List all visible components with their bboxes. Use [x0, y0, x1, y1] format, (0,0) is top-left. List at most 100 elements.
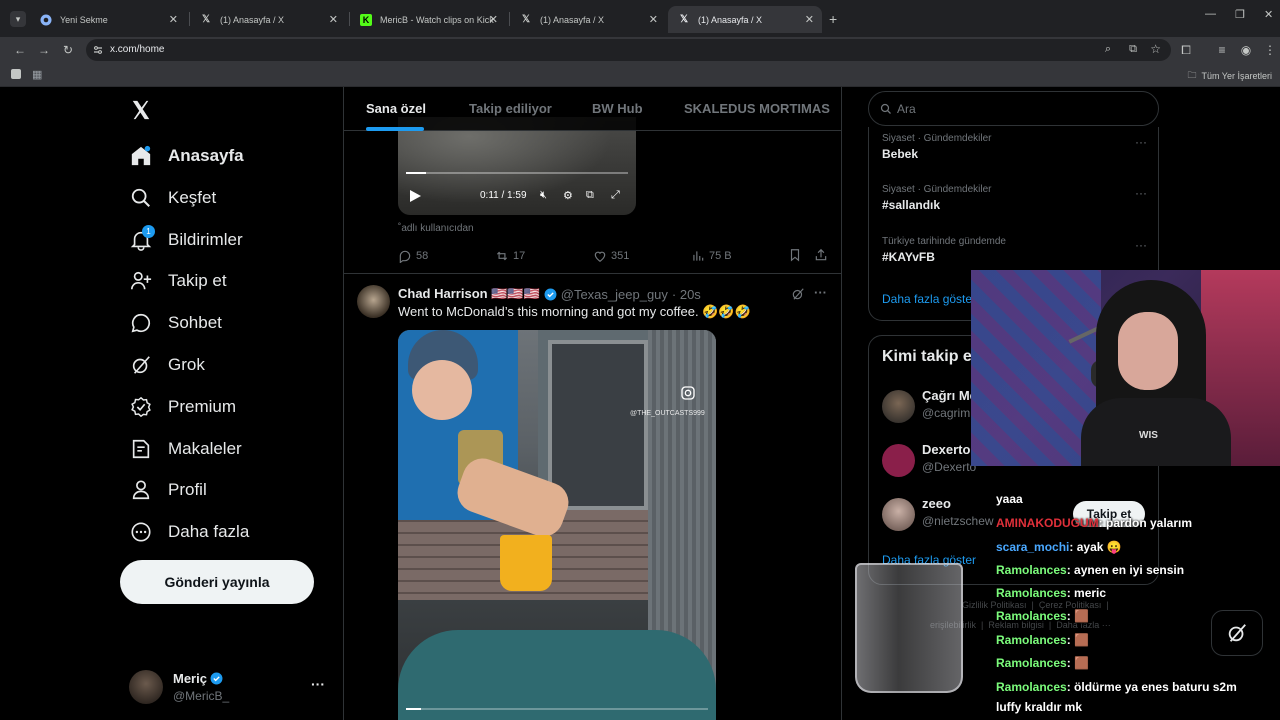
volume-mute-icon[interactable]: 🔇︎ — [540, 189, 547, 202]
trend-meta: Siyaset · Gündemdekiler — [882, 133, 992, 144]
close-icon[interactable]: ✕ — [169, 13, 178, 26]
reload-icon[interactable]: ↻ — [60, 42, 76, 58]
verified-icon — [130, 396, 152, 418]
maximize-icon[interactable]: ❐ — [1235, 8, 1245, 21]
tab-groups-icon[interactable]: ▦ — [32, 68, 42, 81]
grok-floating-button[interactable] — [1211, 610, 1263, 656]
reply-button[interactable]: 58 — [398, 249, 428, 263]
search-placeholder: Ara — [897, 102, 916, 116]
media-control-icon[interactable]: ≡ — [1214, 42, 1230, 58]
apps-icon[interactable] — [11, 69, 21, 79]
browser-tab-x-2[interactable]: 𝕏 (1) Anasayfa / X ✕ — [510, 6, 666, 33]
post-header: Chad Harrison 🇺🇸🇺🇸🇺🇸 @Texas_jeep_guy · 2… — [398, 286, 701, 302]
search-icon — [880, 103, 892, 115]
like-button[interactable]: 351 — [593, 249, 629, 263]
install-app-icon[interactable]: ⧉ — [1129, 43, 1137, 56]
show-more-link[interactable]: Daha fazla göster — [882, 292, 976, 306]
sidebar-item-profile[interactable]: Profil — [130, 475, 207, 505]
tab-skaledus[interactable]: SKALEDUS MORTIMAS — [684, 101, 830, 116]
sidebar-item-explore[interactable]: Keşfet — [130, 183, 216, 213]
video-player[interactable]: 0:11 / 1:59 🔇︎ ⚙ ⧉ ⤢ — [398, 117, 636, 215]
close-icon[interactable]: ✕ — [649, 13, 658, 26]
play-icon[interactable] — [409, 190, 421, 202]
close-icon[interactable]: ✕ — [489, 13, 498, 26]
browser-tab-x-active[interactable]: 𝕏 (1) Anasayfa / X ✕ — [668, 6, 822, 33]
post-time[interactable]: · 20s — [672, 287, 701, 302]
zoom-icon[interactable]: ⌕ — [1105, 43, 1111, 56]
chat-user: AMINAKODUGUM — [996, 516, 1099, 530]
video-progress-track[interactable] — [406, 708, 708, 710]
search-input[interactable]: Ara — [868, 91, 1159, 126]
share-icon[interactable] — [814, 248, 828, 262]
profile-icon[interactable]: ◉ — [1238, 42, 1254, 58]
sidebar-item-articles[interactable]: Makaleler — [130, 434, 242, 464]
menu-icon[interactable]: ⋮ — [1262, 42, 1278, 58]
account-switcher[interactable]: Meriç @MericB_ ··· — [129, 668, 329, 708]
back-icon[interactable]: ← — [12, 42, 28, 58]
more-dots-icon[interactable]: ··· — [1135, 135, 1147, 149]
tab-following[interactable]: Takip ediliyor — [469, 101, 552, 116]
post-button[interactable]: Gönderi yayınla — [120, 560, 314, 604]
address-bar[interactable]: x.com/home ⌕ ⧉ ☆ — [86, 39, 1171, 61]
site-settings-icon[interactable] — [93, 45, 103, 55]
chat-user: Ramolances — [996, 586, 1067, 600]
tab-title: Yeni Sekme — [60, 14, 108, 25]
close-icon[interactable]: ✕ — [805, 13, 814, 26]
sidebar-item-label: Keşfet — [168, 188, 217, 207]
fullscreen-icon[interactable]: ⤢ — [611, 189, 620, 202]
article-icon — [130, 438, 152, 460]
repost-button[interactable]: 17 — [495, 249, 525, 263]
bookmark-icon[interactable] — [788, 248, 802, 262]
close-icon[interactable]: ✕ — [329, 13, 338, 26]
chat-user: Ramolances — [996, 680, 1067, 694]
sidebar-item-more[interactable]: Daha fazla — [130, 517, 249, 547]
trend-item[interactable]: Siyaset · Gündemdekiler #sallandık ··· — [882, 184, 1147, 212]
grok-icon[interactable] — [791, 287, 805, 301]
trend-item[interactable]: Siyaset · Gündemdekiler Bebek ··· — [882, 133, 1147, 161]
sidebar-item-home[interactable]: Anasayfa — [130, 141, 244, 171]
sidebar-item-chat[interactable]: Sohbet — [130, 308, 222, 338]
all-bookmarks[interactable]: 🗀 Tüm Yer İşaretleri — [1187, 68, 1272, 84]
tab-bw-hub[interactable]: BW Hub — [592, 101, 643, 116]
browser-tab-new[interactable]: Yeni Sekme ✕ — [30, 6, 186, 33]
chat-message: Ramolances: aynen en iyi sensin — [996, 563, 1184, 577]
settings-icon[interactable]: ⚙ — [563, 189, 573, 202]
verified-badge-icon — [544, 288, 557, 301]
sidebar-item-notifications[interactable]: 1 Bildirimler — [130, 225, 243, 255]
more-dots-icon[interactable]: ··· — [814, 285, 827, 300]
chat-text: : aynen en iyi sensin — [1066, 563, 1185, 577]
trend-item[interactable]: Türkiye tarihinde gündemde #KAYvFB ··· — [882, 236, 1147, 264]
tab-search-button[interactable]: ▾ — [10, 11, 26, 27]
window-close-icon[interactable]: ✕ — [1264, 8, 1273, 21]
pip-icon[interactable]: ⧉ — [586, 189, 594, 202]
chat-message: Ramolances: 🟫 — [996, 633, 1089, 647]
post-video[interactable]: @THE_OUTCASTS999 — [398, 330, 716, 720]
chat-message: luffy kraldır mk — [996, 700, 1082, 714]
shirt-print: WIS — [1139, 430, 1158, 441]
chat-text: : meric — [1066, 586, 1107, 600]
person-add-icon — [130, 270, 152, 292]
new-tab-button[interactable]: + — [829, 11, 837, 27]
sidebar-item-premium[interactable]: Premium — [130, 392, 236, 422]
bookmark-star-icon[interactable]: ☆ — [1150, 42, 1161, 56]
more-dots-icon[interactable]: ··· — [311, 676, 325, 692]
extensions-icon[interactable]: ⧠ — [1178, 42, 1194, 58]
author-handle[interactable]: @Texas_jeep_guy — [561, 287, 668, 302]
sidebar-item-follow[interactable]: Takip et — [130, 266, 227, 296]
more-dots-icon[interactable]: ··· — [1135, 186, 1147, 200]
x-logo-icon[interactable] — [130, 99, 152, 121]
avatar[interactable] — [357, 285, 390, 318]
tab-title: (1) Anasayfa / X — [698, 14, 763, 25]
forward-icon[interactable]: → — [36, 42, 52, 58]
browser-tab-kick[interactable]: K MericB - Watch clips on Kick ✕ — [350, 6, 506, 33]
minimize-icon[interactable]: — — [1205, 8, 1216, 20]
views-button[interactable]: 75 B — [691, 249, 732, 263]
more-dots-icon[interactable]: ··· — [1135, 238, 1147, 252]
sidebar-item-grok[interactable]: Grok — [130, 350, 205, 380]
browser-tab-x-1[interactable]: 𝕏 (1) Anasayfa / X ✕ — [190, 6, 346, 33]
tab-for-you[interactable]: Sana özel — [366, 101, 426, 116]
video-progress-track[interactable] — [406, 172, 628, 174]
author-name[interactable]: Chad Harrison 🇺🇸🇺🇸🇺🇸 — [398, 286, 540, 302]
video-time: 0:11 / 1:59 — [480, 190, 527, 201]
like-count: 351 — [611, 250, 630, 262]
